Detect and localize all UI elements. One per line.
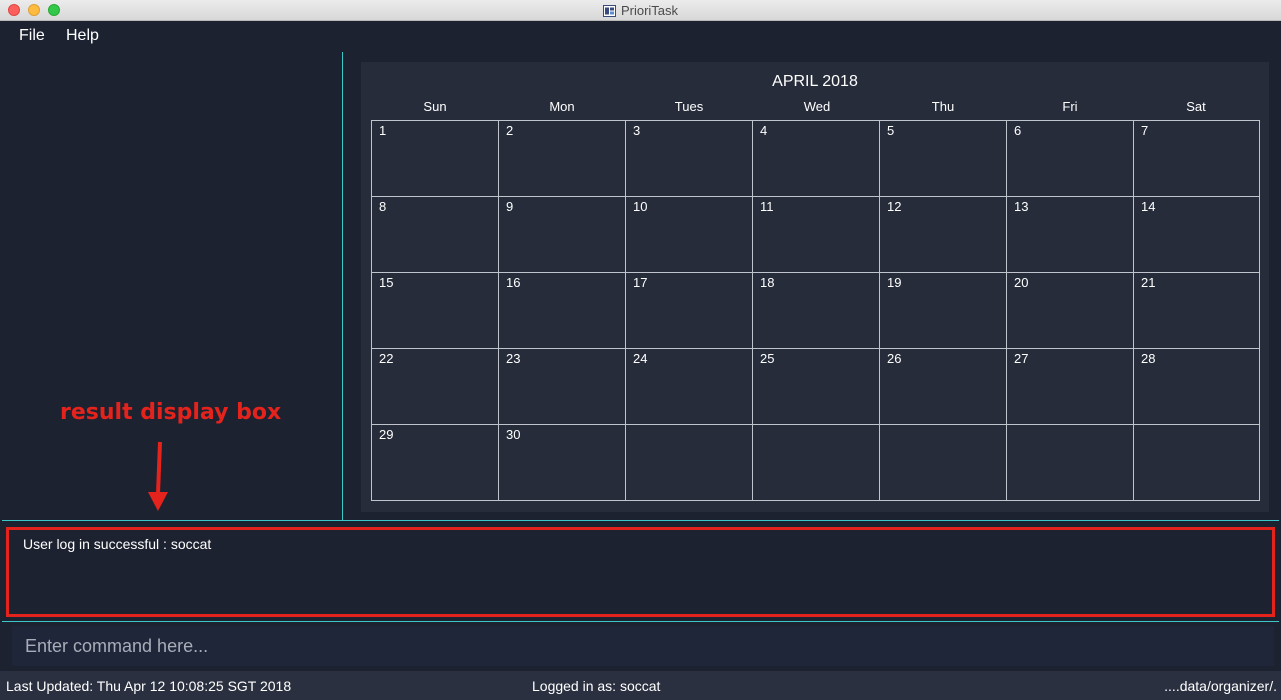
annotation-label: result display box bbox=[60, 400, 282, 425]
day-header-fri: Fri bbox=[1062, 99, 1078, 114]
calendar-day-number: 23 bbox=[506, 351, 521, 366]
calendar-grid: 1 2 3 4 5 6 7 8 9 10 11 12 13 14 15 16 17 18 19 20 21 22 23 24 2… bbox=[371, 120, 1260, 501]
file-path-status: ....data/organizer/. bbox=[1164, 678, 1277, 694]
calendar-day-cell[interactable]: 21 bbox=[1134, 273, 1259, 349]
logged-in-status: Logged in as: soccat bbox=[532, 678, 661, 694]
last-updated-status: Last Updated: Thu Apr 12 10:08:25 SGT 20… bbox=[6, 678, 292, 694]
calendar-day-cell[interactable]: 24 bbox=[626, 349, 753, 425]
calendar-day-cell[interactable]: 20 bbox=[1007, 273, 1134, 349]
calendar-day-cell[interactable]: 14 bbox=[1134, 197, 1259, 273]
panel-divider[interactable] bbox=[342, 52, 343, 520]
calendar-day-number: 6 bbox=[1014, 123, 1022, 138]
calendar-day-number: 5 bbox=[887, 123, 895, 138]
day-header-thu: Thu bbox=[931, 99, 955, 114]
calendar-day-cell[interactable]: 6 bbox=[1007, 121, 1134, 197]
calendar-month-title: APRIL 2018 bbox=[772, 73, 858, 90]
calendar-day-cell[interactable]: 23 bbox=[499, 349, 626, 425]
calendar-day-number: 20 bbox=[1014, 275, 1029, 290]
calendar-day-cell[interactable]: 7 bbox=[1134, 121, 1259, 197]
calendar-day-number: 24 bbox=[633, 351, 648, 366]
calendar-day-number: 3 bbox=[633, 123, 641, 138]
calendar-day-number: 10 bbox=[633, 199, 648, 214]
calendar-day-number: 15 bbox=[379, 275, 394, 290]
calendar-empty-cell[interactable] bbox=[1134, 425, 1259, 500]
calendar-day-number: 30 bbox=[506, 427, 521, 442]
calendar-day-cell[interactable]: 16 bbox=[499, 273, 626, 349]
day-header-wed: Wed bbox=[803, 99, 831, 114]
calendar-empty-cell[interactable] bbox=[880, 425, 1007, 500]
calendar-empty-cell[interactable] bbox=[753, 425, 880, 500]
calendar-day-cell[interactable]: 26 bbox=[880, 349, 1007, 425]
calendar-day-cell[interactable]: 30 bbox=[499, 425, 626, 500]
calendar-day-number: 1 bbox=[379, 123, 387, 138]
calendar-day-cell[interactable]: 11 bbox=[753, 197, 880, 273]
calendar-day-cell[interactable]: 1 bbox=[372, 121, 499, 197]
calendar-empty-cell[interactable] bbox=[1007, 425, 1134, 500]
calendar-day-number: 25 bbox=[760, 351, 775, 366]
calendar-day-number: 27 bbox=[1014, 351, 1029, 366]
calendar-day-number: 4 bbox=[760, 123, 768, 138]
window-title: PrioriTask bbox=[620, 3, 679, 18]
menu-help[interactable]: Help bbox=[66, 27, 99, 45]
menu-bar: File Help bbox=[0, 21, 1281, 52]
calendar-empty-cell[interactable] bbox=[626, 425, 753, 500]
calendar-day-cell[interactable]: 4 bbox=[753, 121, 880, 197]
result-display-box: User log in successful : soccat bbox=[6, 527, 1275, 617]
calendar-day-cell[interactable]: 17 bbox=[626, 273, 753, 349]
calendar-day-cell[interactable]: 25 bbox=[753, 349, 880, 425]
calendar-day-number: 22 bbox=[379, 351, 394, 366]
window-title-bar: PrioriTask bbox=[0, 0, 1281, 21]
day-header-sat: Sat bbox=[1186, 99, 1206, 114]
calendar-day-number: 14 bbox=[1141, 199, 1156, 214]
calendar-day-cell[interactable]: 8 bbox=[372, 197, 499, 273]
annotation-arrow-icon bbox=[148, 441, 168, 511]
calendar-day-number: 11 bbox=[760, 199, 774, 214]
command-input[interactable] bbox=[12, 626, 1274, 666]
section-divider bbox=[2, 621, 1279, 622]
calendar-day-number: 8 bbox=[379, 199, 387, 214]
calendar-day-cell[interactable]: 28 bbox=[1134, 349, 1259, 425]
calendar-day-number: 29 bbox=[379, 427, 394, 442]
calendar-day-number: 28 bbox=[1141, 351, 1156, 366]
calendar-day-cell[interactable]: 29 bbox=[372, 425, 499, 500]
calendar-day-number: 21 bbox=[1141, 275, 1156, 290]
calendar-day-cell[interactable]: 9 bbox=[499, 197, 626, 273]
calendar-day-cell[interactable]: 19 bbox=[880, 273, 1007, 349]
calendar-day-number: 18 bbox=[760, 275, 775, 290]
calendar-day-number: 2 bbox=[506, 123, 514, 138]
day-header-mon: Mon bbox=[549, 99, 575, 114]
menu-file[interactable]: File bbox=[19, 27, 45, 45]
calendar-day-cell[interactable]: 22 bbox=[372, 349, 499, 425]
calendar-day-cell[interactable]: 18 bbox=[753, 273, 880, 349]
day-header-tues: Tues bbox=[674, 99, 704, 114]
calendar-day-number: 16 bbox=[506, 275, 521, 290]
calendar-day-number: 9 bbox=[506, 199, 514, 214]
calendar-day-cell[interactable]: 12 bbox=[880, 197, 1007, 273]
calendar-day-number: 7 bbox=[1141, 123, 1149, 138]
status-bar: Last Updated: Thu Apr 12 10:08:25 SGT 20… bbox=[0, 671, 1281, 700]
calendar-day-number: 17 bbox=[633, 275, 648, 290]
calendar-day-number: 12 bbox=[887, 199, 902, 214]
section-divider bbox=[2, 520, 1279, 521]
calendar-day-number: 13 bbox=[1014, 199, 1029, 214]
calendar-day-cell[interactable]: 27 bbox=[1007, 349, 1134, 425]
calendar-day-cell[interactable]: 3 bbox=[626, 121, 753, 197]
calendar-day-cell[interactable]: 15 bbox=[372, 273, 499, 349]
calendar-day-number: 26 bbox=[887, 351, 902, 366]
calendar-day-number: 19 bbox=[887, 275, 902, 290]
calendar-day-cell[interactable]: 2 bbox=[499, 121, 626, 197]
result-display-text: User log in successful : soccat bbox=[23, 536, 212, 552]
prioritask-app-icon bbox=[602, 4, 616, 17]
calendar-day-cell[interactable]: 13 bbox=[1007, 197, 1134, 273]
calendar-day-cell[interactable]: 10 bbox=[626, 197, 753, 273]
calendar-day-cell[interactable]: 5 bbox=[880, 121, 1007, 197]
day-header-sun: Sun bbox=[423, 99, 447, 114]
